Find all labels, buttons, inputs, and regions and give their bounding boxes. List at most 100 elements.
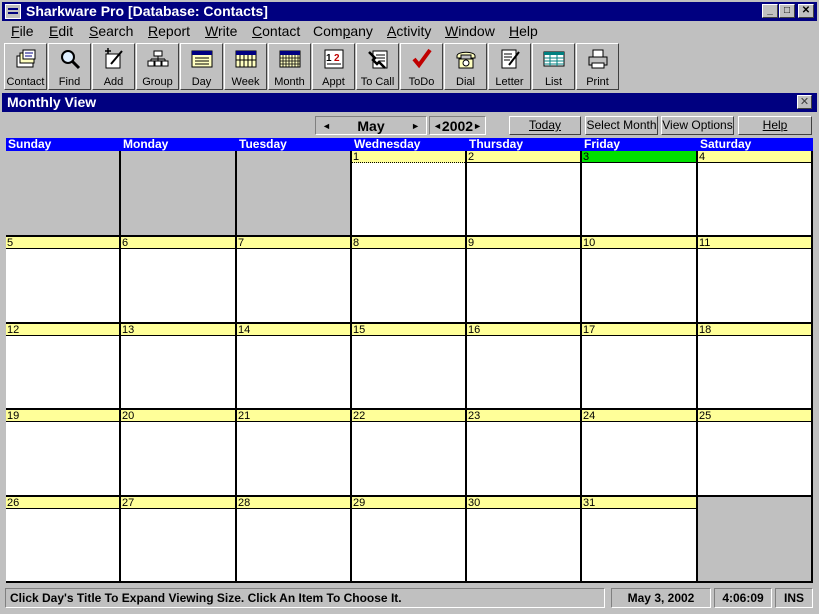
help-button[interactable]: Help: [738, 116, 812, 135]
day-title[interactable]: 29: [352, 497, 465, 509]
today-button[interactable]: Today: [509, 116, 581, 135]
day-title[interactable]: 23: [467, 410, 580, 422]
day-cell[interactable]: 11: [698, 237, 813, 324]
day-title[interactable]: 7: [237, 237, 350, 249]
next-month-icon[interactable]: ►: [411, 121, 420, 131]
month-tool-button[interactable]: Month: [268, 43, 311, 90]
menu-company[interactable]: Company: [313, 23, 373, 39]
day-title[interactable]: 4: [698, 151, 811, 163]
day-title[interactable]: 26: [6, 497, 119, 509]
day-cell[interactable]: 16: [467, 324, 582, 410]
day-title[interactable]: 8: [352, 237, 465, 249]
find-tool-button[interactable]: Find: [48, 43, 91, 90]
day-cell[interactable]: 20: [121, 410, 237, 497]
select-month-button[interactable]: Select Month: [585, 116, 658, 135]
menu-window[interactable]: Window: [445, 23, 495, 39]
day-cell[interactable]: 13: [121, 324, 237, 410]
day-cell[interactable]: 28: [237, 497, 352, 583]
menu-activity[interactable]: Activity: [387, 23, 431, 39]
day-title[interactable]: 10: [582, 237, 696, 249]
day-cell[interactable]: 1: [352, 151, 467, 237]
day-cell[interactable]: 21: [237, 410, 352, 497]
day-title[interactable]: 12: [6, 324, 119, 336]
day-title[interactable]: 31: [582, 497, 696, 509]
monthly-view-close-button[interactable]: ✕: [797, 95, 812, 109]
day-title[interactable]: 21: [237, 410, 350, 422]
maximize-button[interactable]: □: [779, 4, 795, 18]
day-cell[interactable]: 10: [582, 237, 698, 324]
day-cell[interactable]: 23: [467, 410, 582, 497]
close-button[interactable]: ✕: [798, 4, 814, 18]
letter-tool-button[interactable]: Letter: [488, 43, 531, 90]
day-cell[interactable]: 29: [352, 497, 467, 583]
day-cell[interactable]: 26: [6, 497, 121, 583]
day-cell[interactable]: 30: [467, 497, 582, 583]
day-cell[interactable]: 4: [698, 151, 813, 237]
day-title[interactable]: 3: [582, 151, 696, 163]
app-title-bar[interactable]: Sharkware Pro [Database: Contacts] _ □ ✕: [2, 2, 817, 21]
to-call-tool-button[interactable]: To Call: [356, 43, 399, 90]
add-tool-button[interactable]: Add: [92, 43, 135, 90]
list-tool-button[interactable]: List: [532, 43, 575, 90]
day-cell[interactable]: 15: [352, 324, 467, 410]
menu-help[interactable]: Help: [509, 23, 538, 39]
menu-write[interactable]: Write: [205, 23, 237, 39]
day-cell[interactable]: 24: [582, 410, 698, 497]
menu-search[interactable]: Search: [89, 23, 133, 39]
menu-file[interactable]: File: [11, 23, 34, 39]
day-title[interactable]: 17: [582, 324, 696, 336]
monthly-view-title-bar[interactable]: Monthly View ✕: [2, 93, 817, 112]
todo-tool-button[interactable]: ToDo: [400, 43, 443, 90]
day-cell[interactable]: 7: [237, 237, 352, 324]
day-cell[interactable]: 31: [582, 497, 698, 583]
day-title[interactable]: 16: [467, 324, 580, 336]
day-cell[interactable]: 12: [6, 324, 121, 410]
day-title[interactable]: 27: [121, 497, 235, 509]
view-options-button[interactable]: View Options: [661, 116, 734, 135]
print-tool-button[interactable]: Print: [576, 43, 619, 90]
menu-report[interactable]: Report: [148, 23, 190, 39]
menu-edit[interactable]: Edit: [49, 23, 73, 39]
week-tool-button[interactable]: Week: [224, 43, 267, 90]
app-menu-icon[interactable]: [5, 4, 21, 19]
day-cell[interactable]: 8: [352, 237, 467, 324]
day-title[interactable]: 25: [698, 410, 811, 422]
day-tool-button[interactable]: Day: [180, 43, 223, 90]
day-cell[interactable]: 2: [467, 151, 582, 237]
day-cell[interactable]: 19: [6, 410, 121, 497]
day-title[interactable]: 9: [467, 237, 580, 249]
day-title[interactable]: 28: [237, 497, 350, 509]
group-tool-button[interactable]: Group: [136, 43, 179, 90]
day-cell[interactable]: 3: [582, 151, 698, 237]
day-cell[interactable]: 22: [352, 410, 467, 497]
dial-tool-button[interactable]: Dial: [444, 43, 487, 90]
day-cell[interactable]: 25: [698, 410, 813, 497]
day-title[interactable]: 2: [467, 151, 580, 163]
day-title[interactable]: 14: [237, 324, 350, 336]
month-label: May: [357, 118, 385, 134]
appt-tool-button[interactable]: 12 Appt: [312, 43, 355, 90]
day-title[interactable]: 13: [121, 324, 235, 336]
day-title[interactable]: 22: [352, 410, 465, 422]
day-title[interactable]: 6: [121, 237, 235, 249]
day-title[interactable]: 30: [467, 497, 580, 509]
day-cell[interactable]: 18: [698, 324, 813, 410]
next-year-icon[interactable]: ►: [473, 121, 482, 131]
minimize-button[interactable]: _: [762, 4, 778, 18]
day-cell[interactable]: 27: [121, 497, 237, 583]
menu-contact[interactable]: Contact: [252, 23, 300, 39]
day-title[interactable]: 20: [121, 410, 235, 422]
day-title[interactable]: 11: [698, 237, 811, 249]
day-title[interactable]: 18: [698, 324, 811, 336]
day-cell[interactable]: 9: [467, 237, 582, 324]
contact-tool-button[interactable]: Contact: [4, 43, 47, 90]
day-cell[interactable]: 6: [121, 237, 237, 324]
day-cell[interactable]: 17: [582, 324, 698, 410]
day-title[interactable]: 5: [6, 237, 119, 249]
day-title[interactable]: 24: [582, 410, 696, 422]
day-title[interactable]: 1: [352, 151, 465, 163]
day-cell[interactable]: 5: [6, 237, 121, 324]
day-title[interactable]: 19: [6, 410, 119, 422]
day-cell[interactable]: 14: [237, 324, 352, 410]
day-title[interactable]: 15: [352, 324, 465, 336]
